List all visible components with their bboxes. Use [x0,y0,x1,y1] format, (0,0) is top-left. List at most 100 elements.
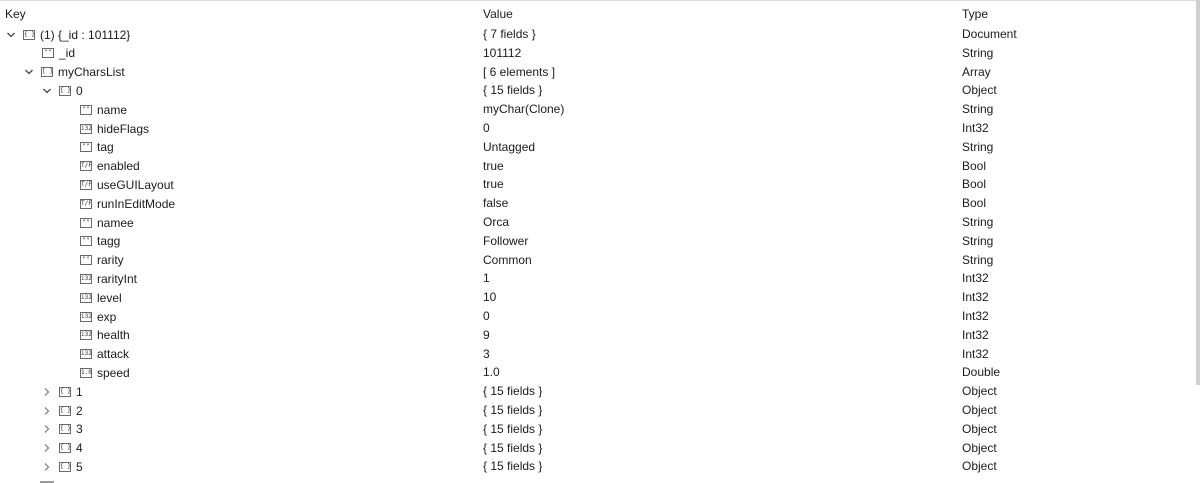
column-header-value[interactable]: Value [483,7,513,21]
table-row[interactable]: 1.0 speed 1.0 Double [0,363,1200,382]
table-row[interactable]: "" namee Orca String [0,213,1200,232]
column-header-type[interactable]: Type [962,7,988,21]
row-key: "" rarity [80,251,124,270]
row-value: { 15 fields } [483,459,543,474]
table-row[interactable]: { } 1 { 15 fields } Object [0,382,1200,401]
row-value: { 15 fields } [483,384,543,399]
object-icon: { } [59,85,71,96]
row-key-label: exp [97,309,117,324]
row-key: { } (1) {_id : 101112} [6,25,130,44]
chevron-down-icon[interactable] [42,86,52,96]
vertical-scrollbar[interactable] [1196,0,1200,385]
row-type: String [962,233,994,248]
row-value: Untagged [483,139,536,154]
row-value: [ 6 elements ] [483,64,556,79]
row-type: Object [962,421,997,436]
row-value: Orca [483,215,510,229]
row-key-label: tag [97,140,114,155]
chevron-right-icon[interactable] [42,424,52,434]
row-key-label: tagg [97,234,121,249]
row-value: 101112 [483,45,522,60]
row-key: i32 rarityInt [80,269,137,288]
table-row[interactable]: i32 hideFlags 0 Int32 [0,119,1200,138]
int32-icon: i32 [80,292,92,303]
row-type: Int32 [962,309,989,323]
table-row[interactable]: { } 3 { 15 fields } Object [0,420,1200,439]
row-key: T/F runInEditMode [80,194,175,213]
table-row[interactable]: T/F enabled true Bool [0,157,1200,176]
row-value: 0 [483,121,490,135]
row-key: { } 5 [42,457,83,476]
string-icon: "" [80,142,92,153]
table-row[interactable]: i32 rarityInt 1 Int32 [0,269,1200,288]
string-icon: "" [42,48,54,59]
row-value: true [483,158,504,173]
row-type: Int32 [962,271,989,286]
table-row[interactable]: "" name myChar(Clone) String [0,100,1200,119]
chevron-down-icon[interactable] [6,30,16,40]
row-type: Array [962,64,991,79]
row-value: false [483,196,509,211]
row-type: Bool [962,158,987,173]
table-row[interactable]: { } 4 { 15 fields } Object [0,439,1200,458]
row-key-label: name [97,102,128,117]
row-key: T/F useGUILayout [80,175,174,194]
table-row[interactable]: [ ] myCharsList [ 6 elements ] Array [0,63,1200,82]
row-type: Object [962,403,997,417]
int32-icon: i32 [80,349,92,360]
row-value: { 15 fields } [483,83,543,98]
table-row[interactable]: "" tag Untagged String [0,138,1200,157]
chevron-right-icon[interactable] [42,462,52,472]
row-type: Double [962,365,1001,380]
string-icon: "" [80,217,92,228]
row-key: "" tag [80,138,114,157]
chevron-down-icon[interactable] [24,67,34,77]
object-icon: { } [23,29,35,40]
row-type: String [962,139,994,154]
row-value: { 15 fields } [483,403,543,417]
table-row[interactable]: i32 attack 3 Int32 [0,345,1200,364]
row-key-label: 3 [76,422,83,437]
row-type: Object [962,384,997,399]
bool-icon: T/F [80,161,92,172]
row-key: i32 attack [80,345,129,364]
table-row[interactable]: T/F runInEditMode false Bool [0,194,1200,213]
row-type: Bool [962,177,987,192]
table-row[interactable]: i32 level 10 Int32 [0,288,1200,307]
chevron-right-icon[interactable] [42,406,52,416]
table-row[interactable]: "" _id 101112 String [0,44,1200,63]
row-key: { } 2 [42,401,83,420]
string-icon: "" [80,236,92,247]
row-value: 3 [483,346,490,361]
row-key-label: 0 [76,83,83,98]
int32-icon: i32 [80,330,92,341]
column-header-key[interactable]: Key [5,7,26,21]
row-key: { } 3 [42,420,83,439]
table-row[interactable]: T/F useGUILayout true Bool [0,175,1200,194]
row-type: String [962,102,994,117]
row-value: Follower [483,233,529,248]
row-key-label: rarity [97,253,124,268]
row-key-label: hideFlags [97,121,150,136]
table-row[interactable]: { } 5 { 15 fields } Object [0,457,1200,476]
table-row[interactable]: i32 health 9 Int32 [0,326,1200,345]
row-key-label: 4 [76,441,83,456]
row-key-label: 5 [76,459,83,474]
row-type: Int32 [962,327,989,342]
table-row[interactable]: { } (1) {_id : 101112} { 7 fields } Documen… [0,25,1200,44]
table-row[interactable]: i32 exp 0 Int32 [0,307,1200,326]
chevron-right-icon[interactable] [42,387,52,397]
table-row[interactable]: { } 0 { 15 fields } Object [0,81,1200,100]
row-key-label: _id [59,46,76,61]
row-key: i32 hideFlags [80,119,149,138]
table-row[interactable]: { } 2 { 15 fields } Object [0,401,1200,420]
row-type: Object [962,440,997,455]
string-icon: "" [80,255,92,266]
chevron-right-icon[interactable] [42,443,52,453]
row-type: String [962,252,994,267]
table-row[interactable]: "" tagg Follower String [0,232,1200,251]
object-icon: { } [59,443,71,454]
table-row[interactable]: "" rarity Common String [0,251,1200,270]
row-key: i32 exp [80,307,116,326]
row-key: i32 health [80,326,130,345]
